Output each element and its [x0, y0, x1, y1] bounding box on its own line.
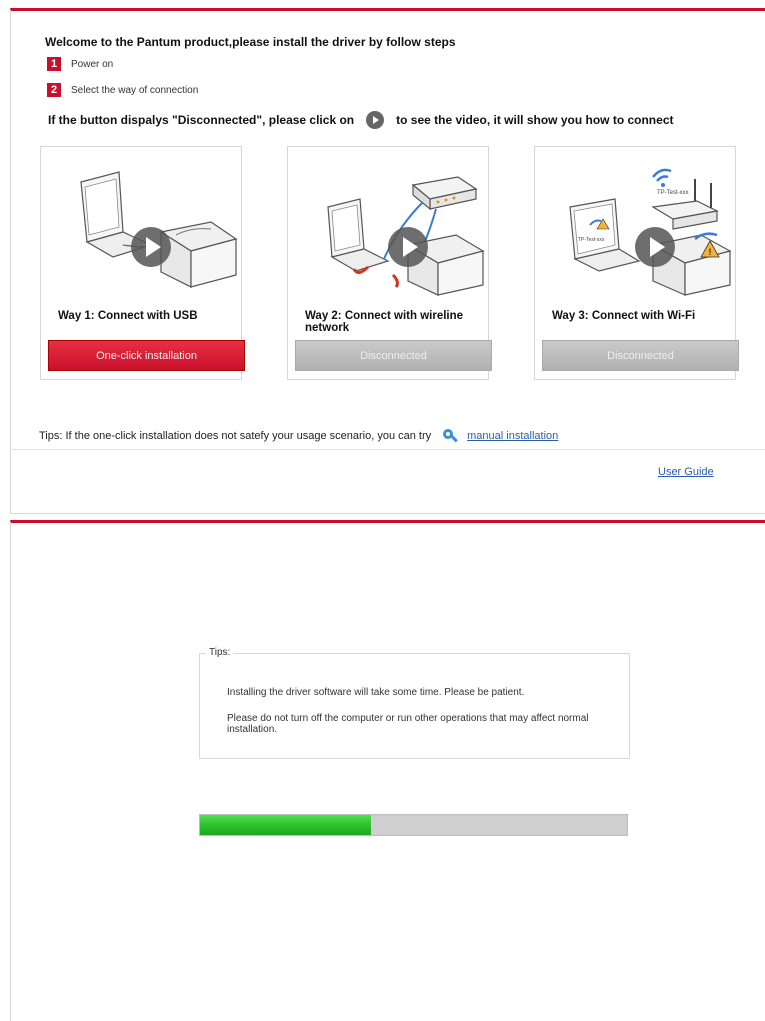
- laptop-ssid-label: TP-Test-xxx: [578, 237, 605, 243]
- way-label: Way 3: Connect with Wi-Fi: [552, 310, 696, 322]
- wifi-connection-illustration: TP-Test-xxx TP-Test-xxx !: [569, 168, 732, 296]
- step-2: 2 Select the way of connection: [47, 83, 198, 97]
- wireline-disconnected-button[interactable]: Disconnected: [295, 340, 492, 371]
- tips-message: Please do not turn off the computer or r…: [227, 713, 589, 735]
- tips-text: Tips: If the one-click installation does…: [39, 430, 432, 442]
- step-number: 2: [47, 83, 61, 97]
- install-progress-bar: [199, 814, 628, 836]
- progress-fill: [200, 815, 371, 835]
- progress-panel: Tips: Installing the driver software wil…: [10, 520, 765, 1021]
- step-number: 1: [47, 57, 61, 71]
- tips-line: Tips: If the one-click installation does…: [39, 427, 558, 445]
- wifi-disconnected-button[interactable]: Disconnected: [542, 340, 739, 371]
- step-label: Select the way of connection: [71, 84, 199, 96]
- play-icon[interactable]: [366, 111, 385, 129]
- tips-title: Tips:: [206, 647, 234, 658]
- gear-icon: [443, 429, 459, 443]
- way-card-usb: Way 1: Connect with USB One-click instal…: [40, 146, 245, 380]
- divider: [11, 449, 765, 450]
- manual-installation-link[interactable]: manual installation: [467, 430, 558, 442]
- play-video-icon[interactable]: [633, 225, 677, 269]
- way-label: Way 1: Connect with USB: [58, 310, 198, 322]
- play-video-icon[interactable]: [129, 225, 173, 269]
- tips-message: Installing the driver software will take…: [227, 687, 525, 698]
- one-click-install-button[interactable]: One-click installation: [48, 340, 245, 371]
- user-guide-link[interactable]: User Guide: [658, 466, 714, 478]
- way-label: Way 2: Connect with wireline network: [305, 310, 464, 334]
- hint-text-before: If the button dispalys "Disconnected", p…: [48, 113, 355, 127]
- installer-panel: Welcome to the Pantum product,please ins…: [10, 8, 765, 514]
- welcome-heading: Welcome to the Pantum product,please ins…: [45, 35, 456, 49]
- video-hint: If the button dispalys "Disconnected", p…: [48, 111, 673, 129]
- way-card-wifi: TP-Test-xxx TP-Test-xxx ! Way 3: Connect…: [534, 146, 739, 380]
- step-label: Power on: [71, 58, 114, 70]
- way-card-wireline: Way 2: Connect with wireline network Dis…: [287, 146, 492, 380]
- step-1: 1 Power on: [47, 57, 113, 71]
- wireline-connection-illustration: [327, 176, 485, 296]
- hint-text-after: to see the video, it will show you how t…: [396, 113, 674, 127]
- router-ssid-label: TP-Test-xxx: [657, 190, 689, 196]
- tips-box: Tips: Installing the driver software wil…: [199, 647, 630, 759]
- play-video-icon[interactable]: [386, 225, 430, 269]
- svg-text:!: !: [709, 247, 712, 257]
- usb-connection-illustration: [80, 171, 238, 288]
